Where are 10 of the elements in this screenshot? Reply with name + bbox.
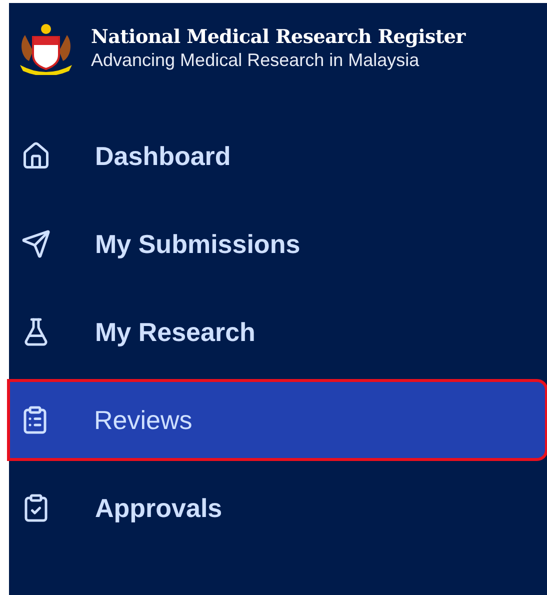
nav-item[interactable]: Reviews xyxy=(8,380,547,460)
app-title: National Medical Research Register xyxy=(91,26,466,48)
nav-item[interactable]: Approvals xyxy=(9,468,547,548)
nav-item[interactable]: My Research xyxy=(9,292,547,372)
paper-plane-icon xyxy=(21,229,51,259)
coat-of-arms-emblem-icon xyxy=(17,21,75,75)
nav-item[interactable]: Dashboard xyxy=(9,116,547,196)
home-icon xyxy=(21,141,51,171)
app-subtitle: Advancing Medical Research in Malaysia xyxy=(91,50,420,70)
nav-item[interactable]: My Submissions xyxy=(9,204,547,284)
